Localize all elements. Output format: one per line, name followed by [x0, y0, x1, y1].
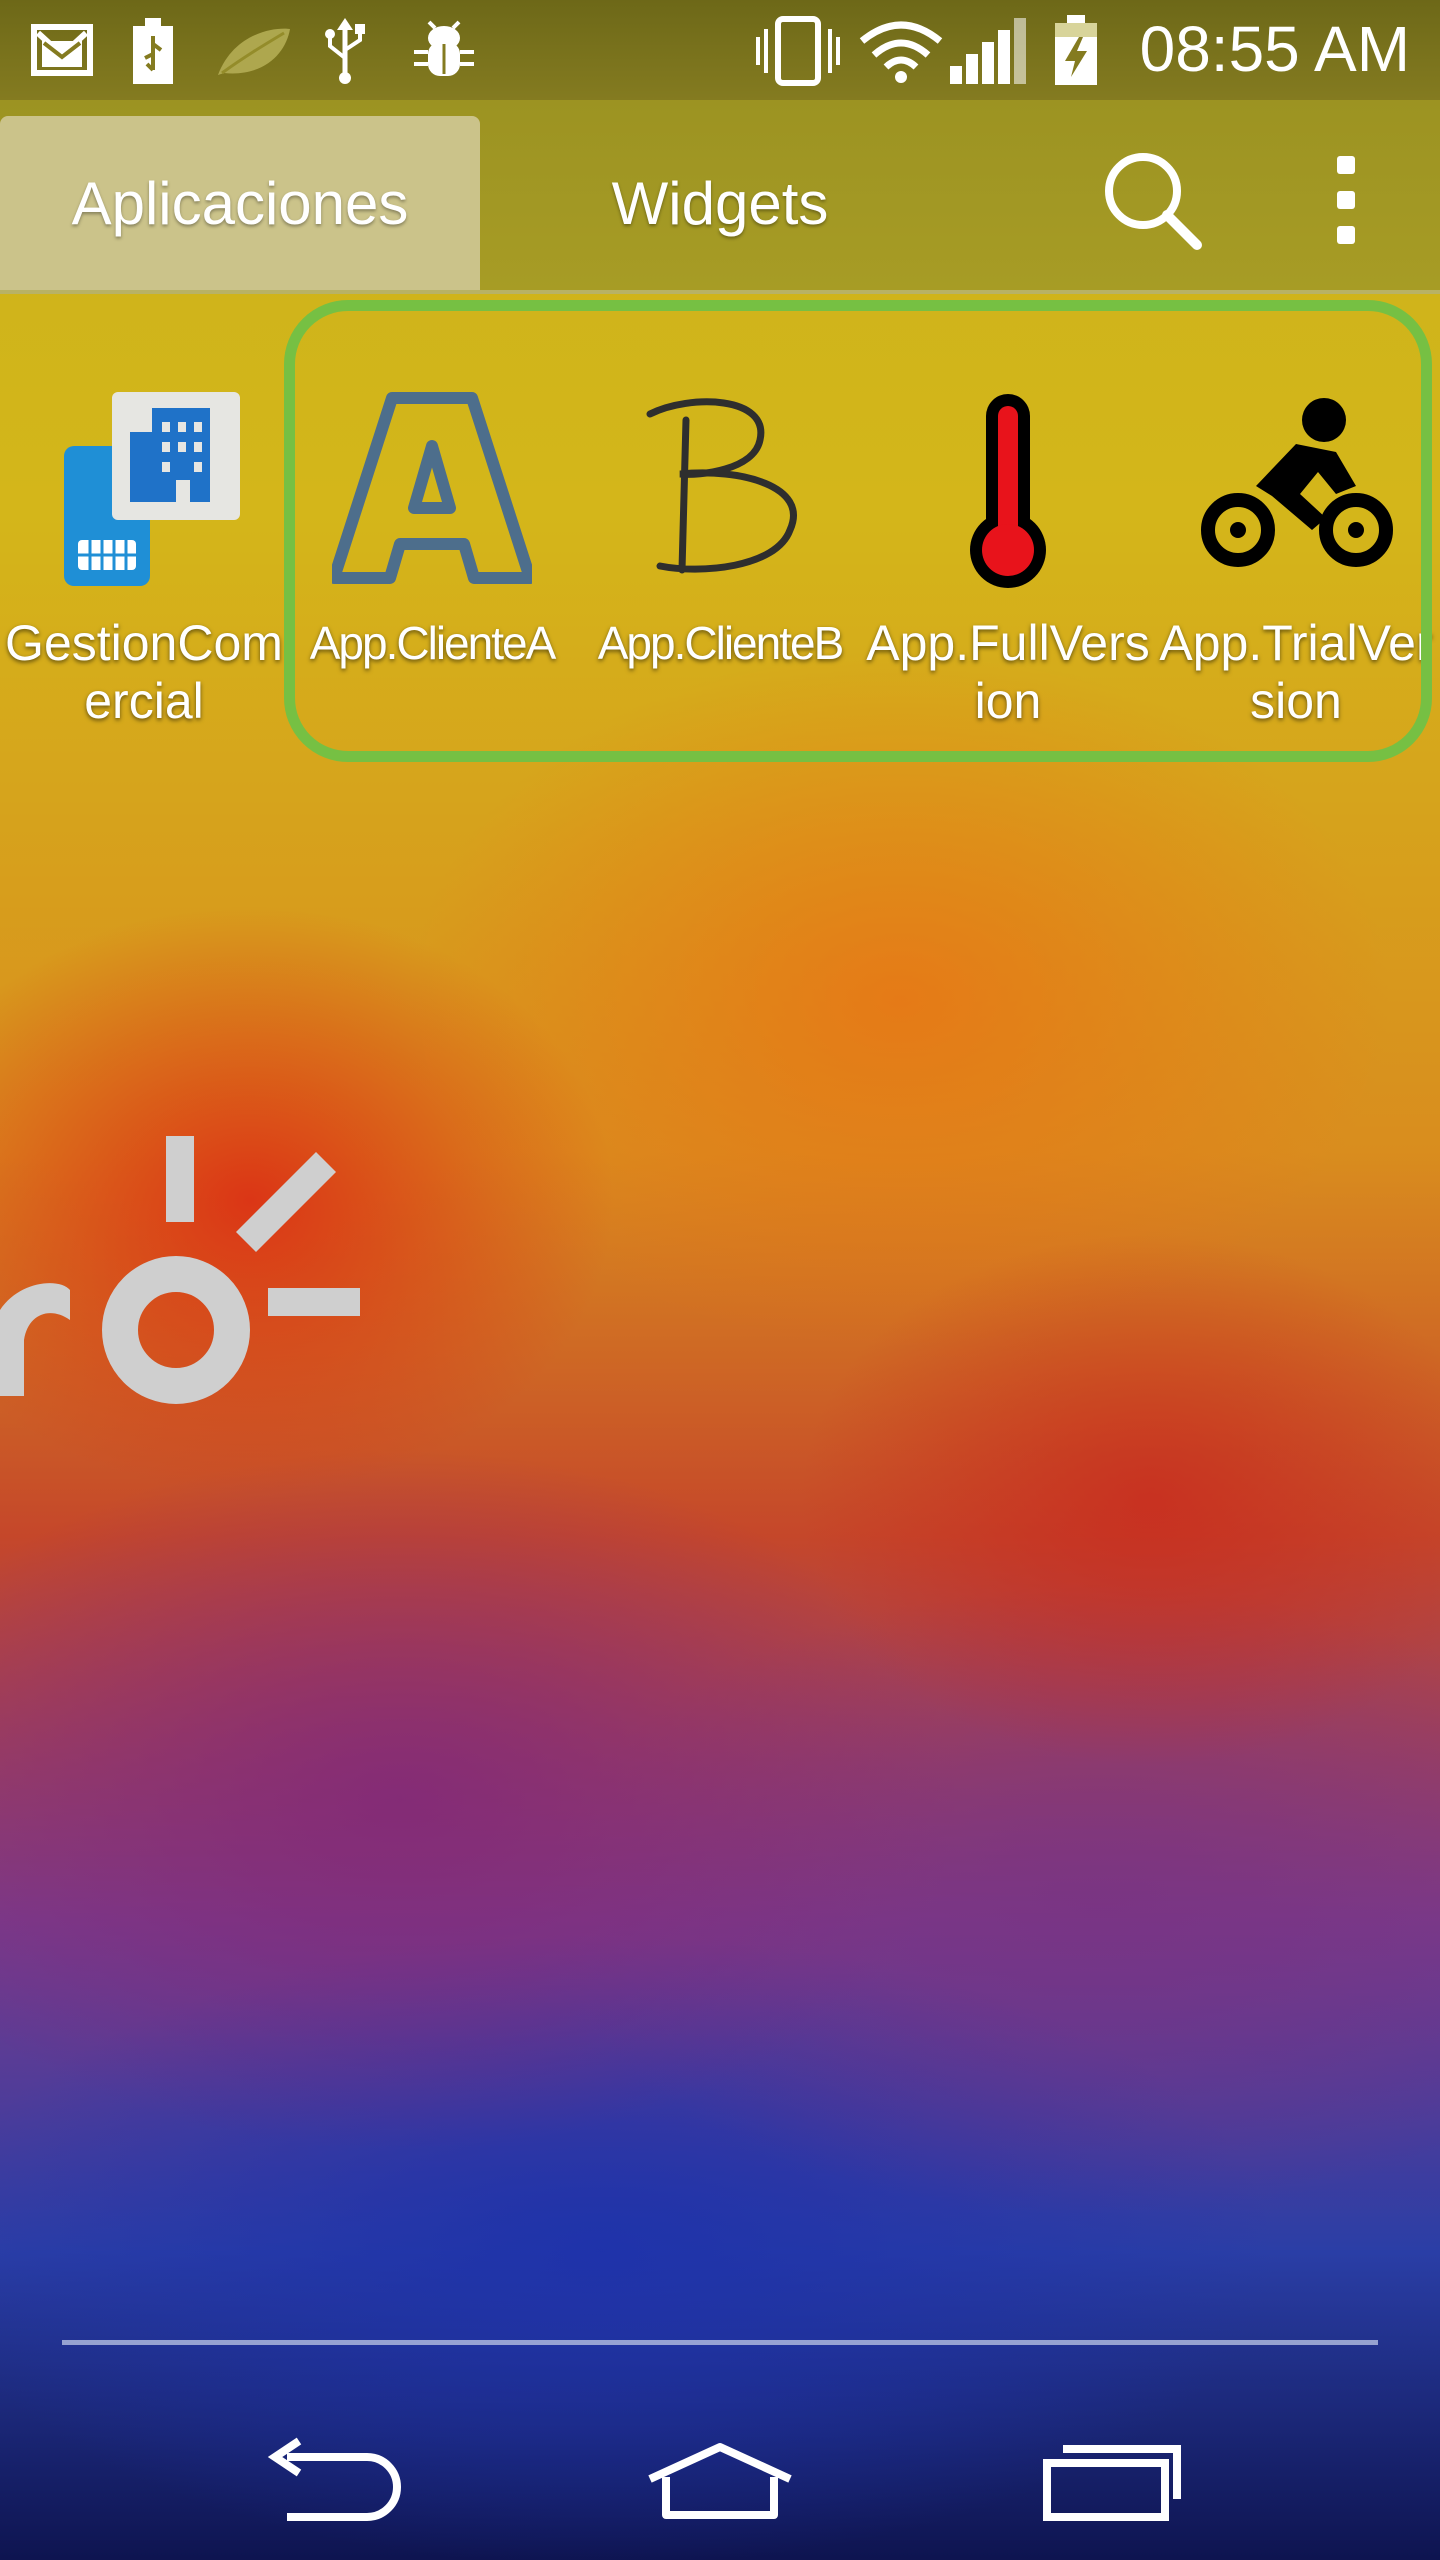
home-button[interactable] — [610, 2420, 830, 2540]
search-icon — [1105, 153, 1202, 250]
tab-aplicaciones[interactable]: Aplicaciones — [0, 116, 480, 290]
nav-divider — [62, 2340, 1378, 2345]
android-debug-icon — [408, 18, 480, 84]
search-button[interactable] — [1082, 130, 1222, 270]
claro-logo — [0, 1100, 380, 1420]
signal-icon — [946, 18, 1032, 84]
gestion-comercial-icon — [34, 380, 254, 600]
app-gestioncomercial[interactable]: GestionComercial — [0, 380, 288, 730]
battery-charging-icon — [1052, 15, 1100, 85]
overflow-menu-icon — [1337, 156, 1355, 244]
highlight-box — [284, 300, 1432, 762]
home-icon — [648, 2443, 792, 2519]
usb-icon — [322, 18, 368, 84]
status-time: 08:55 AM — [1139, 13, 1410, 85]
wifi-icon — [858, 18, 944, 84]
back-icon — [267, 2437, 401, 2521]
overflow-menu-button[interactable] — [1276, 130, 1416, 270]
app-label: GestionComercial — [5, 615, 283, 729]
recents-icon — [1043, 2445, 1181, 2521]
tab-widgets-label: Widgets — [611, 169, 829, 237]
tab-aplicaciones-label: Aplicaciones — [71, 169, 409, 237]
vibrate-icon — [756, 16, 840, 86]
back-button[interactable] — [222, 2420, 442, 2540]
status-bar: 08:55 AM — [0, 0, 1440, 100]
gmail-icon — [28, 18, 96, 84]
tab-widgets[interactable]: Widgets — [480, 116, 960, 290]
leaf-icon — [212, 18, 296, 84]
recents-button[interactable] — [1000, 2420, 1220, 2540]
usb-storage-icon — [128, 18, 178, 84]
app-drawer-tab-bar: Aplicaciones Widgets — [0, 100, 1440, 294]
